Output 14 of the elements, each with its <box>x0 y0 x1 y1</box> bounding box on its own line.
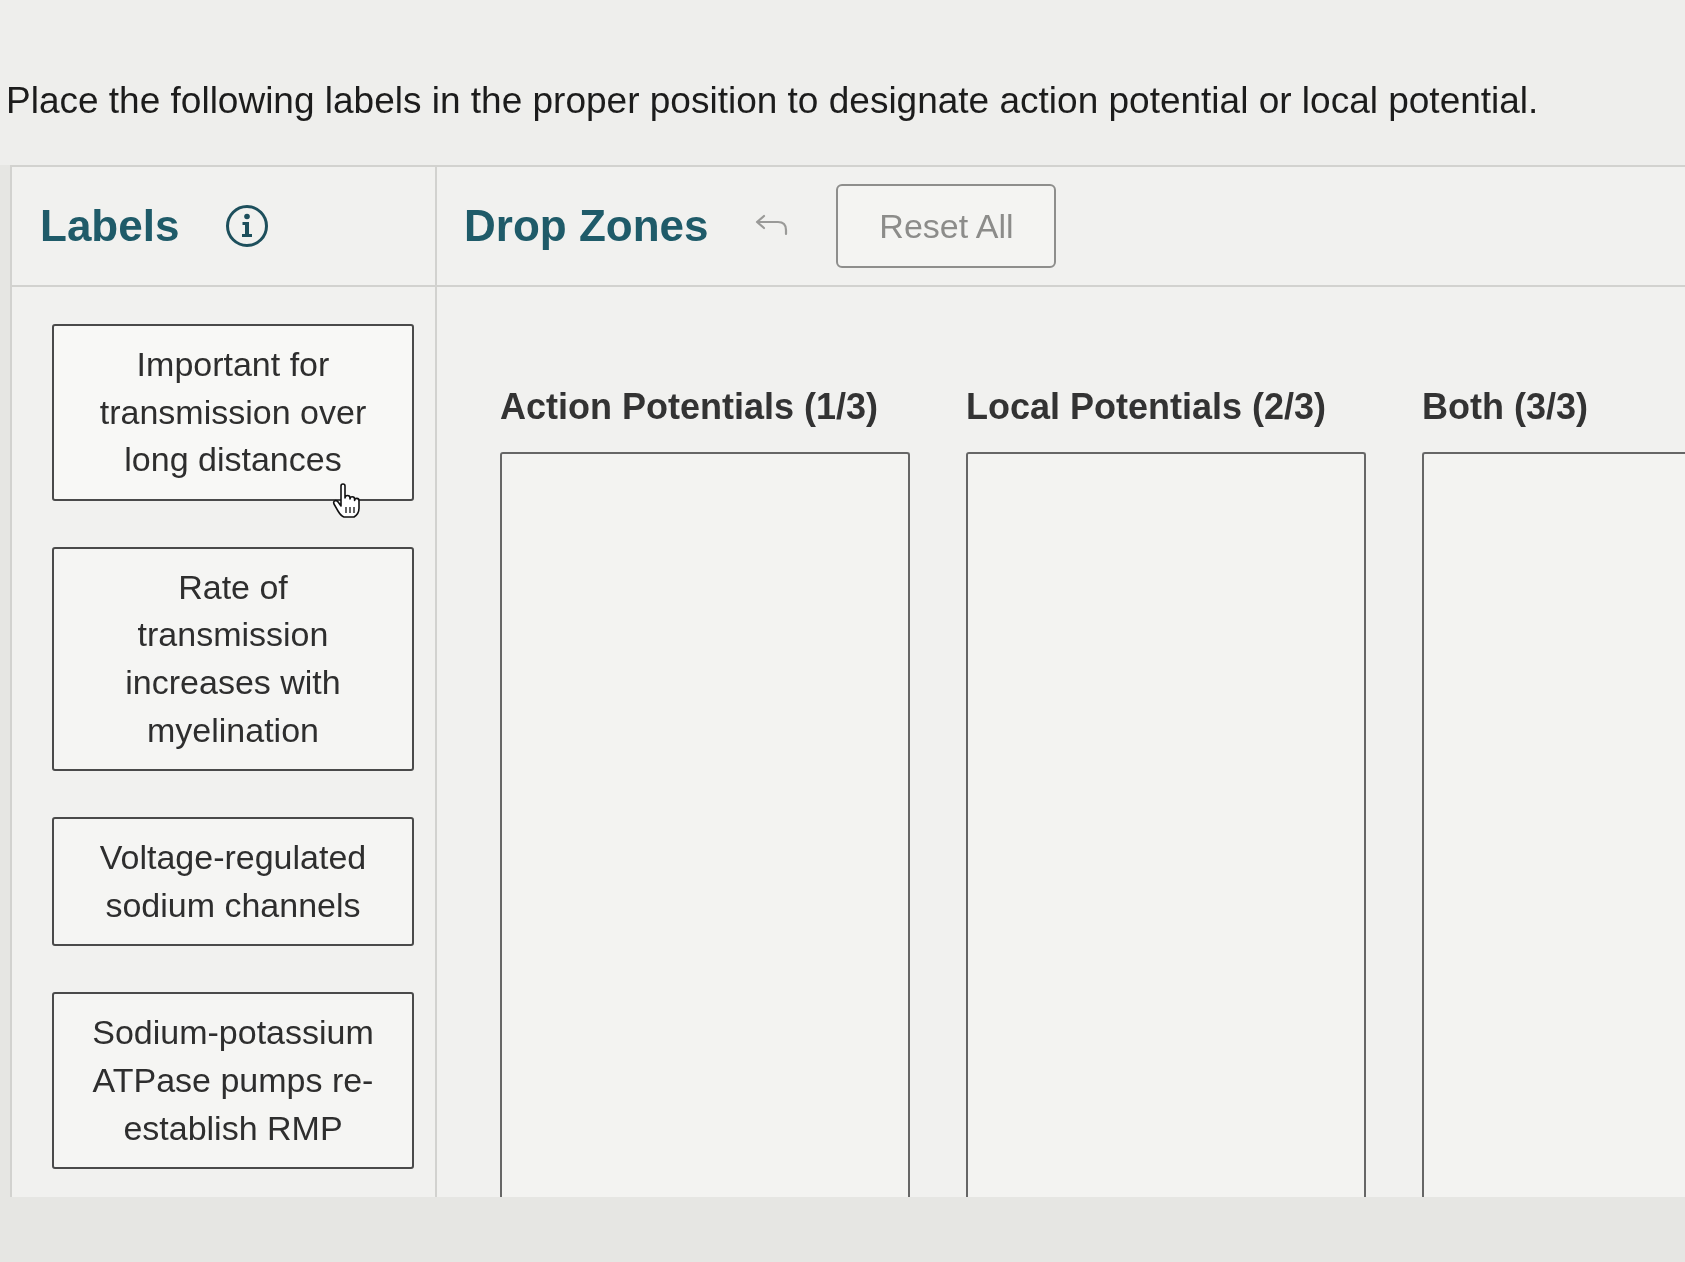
label-card[interactable]: Rate of transmission increases with myelination <box>52 546 414 772</box>
label-card[interactable]: Voltage-regulated sodium channels <box>52 817 414 947</box>
drop-zone-title: Both (3/3) <box>1422 385 1589 429</box>
drop-zone[interactable] <box>966 452 1366 1197</box>
label-card[interactable]: Sodium-potassium ATPase pumps re-establish RMP <box>52 992 414 1170</box>
question-text: Place the following labels in the proper position to designate action potential or local potential. <box>0 0 1685 165</box>
drop-zone-title: Action Potentials (1/3) <box>500 385 880 429</box>
drop-zones-heading: Drop Zones <box>464 201 709 251</box>
hand-cursor-icon <box>332 482 362 519</box>
info-icon[interactable] <box>225 204 270 248</box>
drop-zone-title: Local Potentials (2/3) <box>966 385 1328 429</box>
drop-zone[interactable] <box>500 452 910 1197</box>
drop-zone[interactable] <box>1422 452 1685 1197</box>
labels-heading: Labels <box>40 201 180 251</box>
